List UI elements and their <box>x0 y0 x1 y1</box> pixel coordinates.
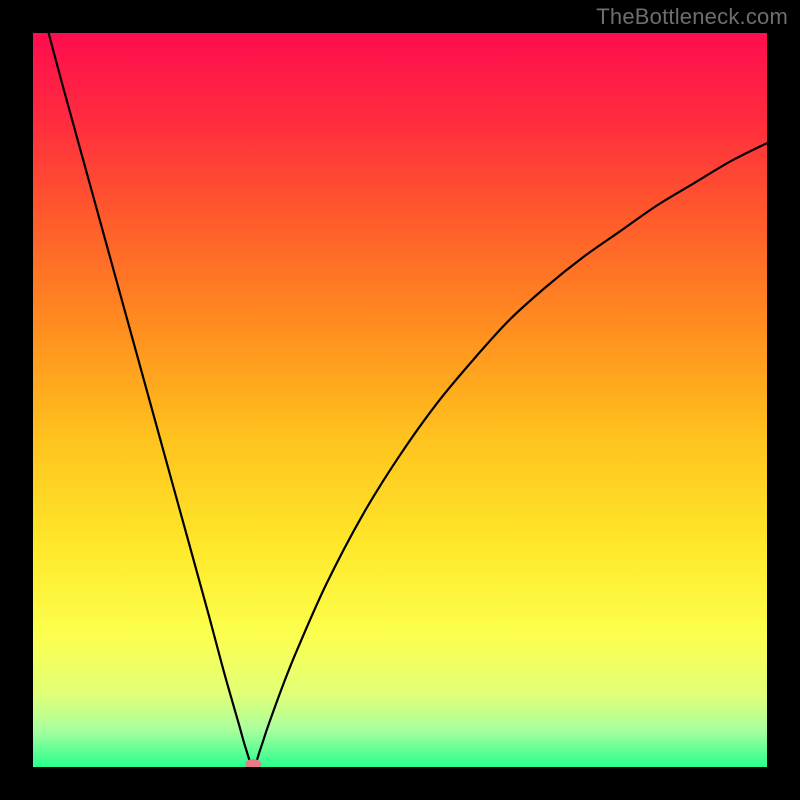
chart-svg <box>33 33 767 767</box>
chart-frame: TheBottleneck.com <box>0 0 800 800</box>
gradient-background <box>33 33 767 767</box>
watermark: TheBottleneck.com <box>596 4 788 30</box>
plot-area <box>33 33 767 767</box>
